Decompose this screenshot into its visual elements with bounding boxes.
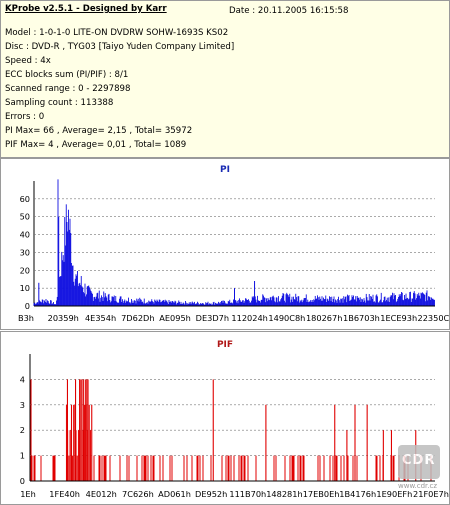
watermark-logo: CDR	[398, 445, 440, 479]
pi-x-tick-label: 1B6703h	[343, 313, 380, 323]
pi-x-tick-label: 7D62Dh	[121, 313, 154, 323]
pif-x-tick-label: 1E90EFh	[376, 489, 412, 499]
pif-y-tick-label: 2	[20, 425, 25, 435]
disc-line: Disc : DVD-R , TYG03 [Taiyo Yuden Compan…	[5, 42, 235, 52]
pi-x-tick-label: 20359h	[48, 313, 79, 323]
pi-y-tick-label: 60	[20, 194, 30, 204]
pif-x-tick-label: 111B70h	[229, 489, 266, 499]
pif-x-tick-label: 1B4176h	[339, 489, 376, 499]
pi-y-tick-label: 20	[20, 265, 30, 275]
pi-x-tick-label: 180267h	[306, 313, 342, 323]
pi-y-tick-label: 10	[20, 283, 30, 293]
pif-stats-line: PIF Max= 4 , Average= 0,01 , Total= 1089	[5, 140, 187, 150]
pi-y-tick-label: 40	[20, 230, 30, 240]
pif-x-tick-label: AD061h	[158, 489, 191, 499]
pif-chart-panel: PIF 0 1 2 3 4 1Eh 1FE40h 4E012h 7C626h AD061h DE95…	[0, 331, 450, 505]
pi-x-tick-label: B3h	[18, 313, 34, 323]
pi-x-tick-label: 1490C8h	[268, 313, 305, 323]
pif-chart: 0 1 2 3 4 1Eh 1FE40h 4E012h 7C626h AD061h DE952h 11…	[20, 354, 449, 499]
pi-x-tick-label: 112024h	[231, 313, 267, 323]
errors-line: Errors : 0	[5, 112, 45, 122]
pi-y-tick-label: 30	[20, 247, 30, 257]
pif-x-tick-label: 1Eh	[20, 489, 36, 499]
watermark-site: www.cdr.cz	[398, 482, 438, 490]
pif-x-tick-label: DE952h	[195, 489, 227, 499]
pif-x-tick-label: 21F0E7h	[413, 489, 449, 499]
pif-x-tick-label: 4E012h	[86, 489, 117, 499]
pi-chart: 0 10 20 30 40 50 60 B3h 20359h 4E354h 7D62Dh AE095h…	[18, 179, 449, 323]
pi-chart-panel: PI 0 10 20 30 40 50 60 B3h 20359h 4E354h 7D62Dh AE0…	[0, 158, 450, 330]
model-line: Model : 1-0-1-0 LITE-ON DVDRW SOHW-1693S…	[5, 28, 229, 38]
pi-y-tick-label: 50	[20, 212, 30, 222]
pif-x-tick-label: 7C626h	[122, 489, 154, 499]
app-title: KProbe v2.5.1 - Designed by Karr	[5, 4, 167, 14]
pif-y-tick-label: 1	[20, 451, 25, 461]
kprobe-window: KProbe v2.5.1 - Designed by Karr Date : …	[0, 0, 450, 505]
pif-y-tick-label: 3	[20, 400, 25, 410]
pif-y-tick-label: 4	[20, 374, 25, 384]
speed-line: Speed : 4x	[5, 56, 51, 66]
pi-x-tick-label: 4E354h	[85, 313, 116, 323]
watermark-logo-text: CDR	[402, 453, 436, 468]
sampling-line: Sampling count : 113388	[5, 98, 114, 108]
pi-y-tick-label: 0	[25, 301, 30, 311]
pi-stats-line: PI Max= 66 , Average= 2,15 , Total= 3597…	[5, 126, 193, 136]
pi-x-tick-label: DE3D7h	[196, 313, 229, 323]
pif-x-tick-label: 17EB0Eh	[303, 489, 340, 499]
scan-date: Date : 20.11.2005 16:15:58	[229, 6, 349, 16]
pi-x-tick-label: 22350Ch	[418, 313, 449, 323]
ecc-line: ECC blocks sum (PI/PIF) : 8/1	[5, 70, 129, 80]
pif-x-tick-label: 1FE40h	[49, 489, 80, 499]
pi-x-tick-label: 1ECE93h	[380, 313, 417, 323]
info-panel: KProbe v2.5.1 - Designed by Karr Date : …	[0, 0, 450, 158]
pi-x-tick-label: AE095h	[159, 313, 191, 323]
range-line: Scanned range : 0 - 2297898	[5, 84, 131, 94]
pif-y-tick-label: 0	[20, 476, 25, 486]
pif-x-tick-label: 148281h	[266, 489, 302, 499]
